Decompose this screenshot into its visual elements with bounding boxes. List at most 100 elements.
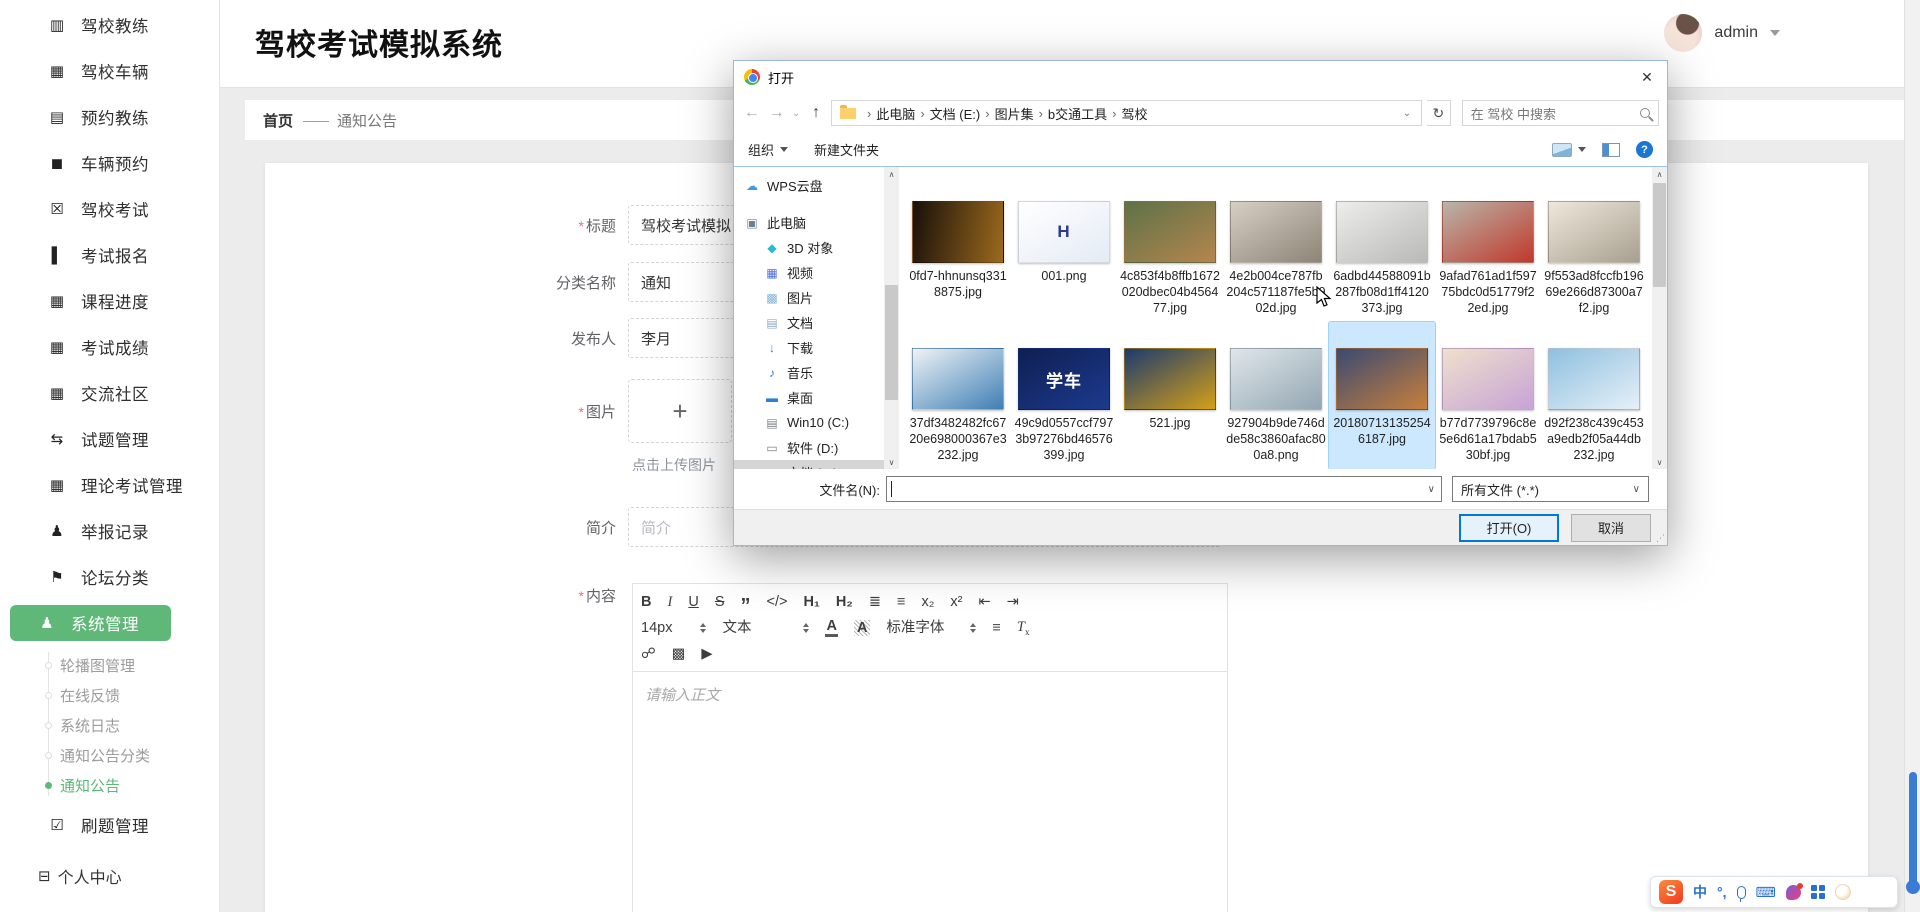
sidebar-item[interactable]: ⇆ 试题管理 <box>0 416 219 462</box>
underline-button[interactable]: U <box>688 595 698 610</box>
file-item[interactable]: 6adbd44588091b287fb08d1ff4120373.jpg <box>1329 175 1435 322</box>
tree-item[interactable]: ◆ 3D 对象 <box>734 235 884 260</box>
tree-item[interactable]: ♪ 音乐 <box>734 360 884 385</box>
sidebar-item[interactable]: ▦ 驾校车辆 <box>0 48 219 94</box>
tree-item[interactable]: ▦ 视频 <box>734 260 884 285</box>
breadcrumb-home[interactable]: 首页 <box>263 110 293 131</box>
refresh-icon[interactable]: ↻ <box>1427 100 1451 126</box>
avatar[interactable] <box>1664 14 1702 52</box>
sidebar-item[interactable]: ▦ 理论考试管理 <box>0 462 219 508</box>
back-icon[interactable]: ← <box>742 104 762 122</box>
file-item[interactable]: 37df3482482fc6720e698000367e3232.jpg <box>905 322 1011 469</box>
open-button[interactable]: 打开(O) <box>1459 514 1559 542</box>
sidebar-subitem[interactable]: 轮播图管理 <box>48 650 219 680</box>
dialog-titlebar[interactable]: 打开 ✕ <box>734 61 1667 93</box>
indent-button[interactable]: ⇥ <box>1007 595 1019 610</box>
link-button[interactable]: ☍ <box>641 647 656 662</box>
sidebar-item[interactable]: ▦ 考试成绩 <box>0 324 219 370</box>
path-segment[interactable]: b交通工具 <box>1048 104 1107 123</box>
bold-button[interactable]: B <box>641 595 651 610</box>
image-upload-button[interactable]: + <box>628 379 732 443</box>
close-icon[interactable]: ✕ <box>1627 61 1667 93</box>
outdent-button[interactable]: ⇤ <box>978 595 990 610</box>
format-select[interactable]: 文本 <box>722 621 809 636</box>
search-input[interactable]: 在 驾校 中搜索 <box>1462 100 1659 126</box>
skin-icon[interactable] <box>1786 885 1801 900</box>
file-item[interactable]: 4c853f4b8ffb1672020dbec04b456477.jpg <box>1117 175 1223 322</box>
sidebar-item[interactable]: ☑ 刷题管理 <box>0 802 219 848</box>
sidebar-item[interactable]: ☒ 驾校考试 <box>0 186 219 232</box>
sidebar-item[interactable]: ▦ 课程进度 <box>0 278 219 324</box>
tree-item[interactable]: ▤ 文档 <box>734 310 884 335</box>
image-button[interactable]: ▩ <box>672 647 686 662</box>
file-item[interactable]: 9f553ad8fccfb19669e266d87300a7f2.jpg <box>1541 175 1647 322</box>
sidebar-subitem[interactable]: 通知公告 <box>48 770 219 800</box>
address-caret-icon[interactable]: ⌄ <box>1397 108 1417 119</box>
scrollbar-thumb[interactable] <box>1909 772 1917 890</box>
filetype-select[interactable]: 所有文件 (*.*)∨ <box>1452 476 1649 502</box>
sidebar-item[interactable]: ♟ 举报记录 <box>0 508 219 554</box>
tree-item[interactable]: ↓ 下载 <box>734 335 884 360</box>
scrollbar-thumb-ball[interactable] <box>1906 880 1920 894</box>
scroll-thumb[interactable] <box>885 285 898 400</box>
file-item[interactable]: 学车 49c9d0557ccf7973b97276bd46576399.jpg <box>1011 322 1117 469</box>
file-item[interactable]: H 001.png <box>1011 175 1117 322</box>
sidebar-subitem[interactable]: 在线反馈 <box>48 680 219 710</box>
scroll-up-icon[interactable]: ∧ <box>1657 167 1663 181</box>
address-bar[interactable]: › 此电脑 › 文档 (E:) › 图片集 › b交通工具 › 驾校 ⌄ <box>831 100 1422 126</box>
up-icon[interactable]: ↑ <box>806 104 826 122</box>
punctuation-toggle[interactable]: °, <box>1717 884 1727 900</box>
file-item[interactable]: 201807131352546187.jpg <box>1329 322 1435 469</box>
sidebar-item[interactable]: ▥ 驾校教练 <box>0 2 219 48</box>
bullet-list-button[interactable]: ≡ <box>897 595 905 610</box>
keyboard-icon[interactable]: ⌨ <box>1756 884 1776 901</box>
file-item[interactable]: 927904b9de746dde58c3860afac800a8.png <box>1223 322 1329 469</box>
tree-item[interactable]: ▭ 软件 (D:) <box>734 435 884 460</box>
tree-item[interactable]: ▤ Win10 (C:) <box>734 410 884 435</box>
path-segment[interactable]: 图片集 <box>995 104 1034 123</box>
sidebar-item[interactable]: ⚑ 论坛分类 <box>0 554 219 600</box>
italic-button[interactable]: I <box>667 595 672 610</box>
font-size-select[interactable]: 14px <box>641 621 706 636</box>
cancel-button[interactable]: 取消 <box>1571 514 1651 542</box>
align-button[interactable]: ≡ <box>992 621 1000 636</box>
font-family-select[interactable]: 标准字体 <box>886 621 976 636</box>
new-folder-button[interactable]: 新建文件夹 <box>814 140 879 159</box>
file-item[interactable]: 0fd7-hhnunsq3318875.jpg <box>905 175 1011 322</box>
strikethrough-button[interactable]: S <box>715 595 725 610</box>
page-scrollbar[interactable] <box>1904 0 1920 912</box>
sidebar-item[interactable]: ◼ 车辆预约 <box>0 140 219 186</box>
path-segment[interactable]: 驾校 <box>1122 104 1148 123</box>
sidebar-subitem[interactable]: 通知公告分类 <box>48 740 219 770</box>
header-1-button[interactable]: H₁ <box>803 595 819 610</box>
preview-pane-icon[interactable] <box>1602 143 1620 157</box>
file-item[interactable]: 9afad761ad1f59775bdc0d51779f22ed.jpg <box>1435 175 1541 322</box>
tree-scrollbar[interactable]: ∧ ∨ <box>884 167 899 469</box>
tree-item[interactable]: ▩ 图片 <box>734 285 884 310</box>
sidebar-subitem[interactable]: 系统日志 <box>48 710 219 740</box>
language-toggle[interactable]: 中 <box>1693 882 1707 902</box>
microphone-icon[interactable] <box>1737 886 1746 899</box>
tree-item[interactable]: ▬ 桌面 <box>734 385 884 410</box>
editor-body[interactable]: 请输入正文 <box>633 672 1227 717</box>
superscript-button[interactable]: x² <box>950 595 962 610</box>
file-item[interactable]: 4e2b004ce787fb204c571187fe5b902d.jpg <box>1223 175 1329 322</box>
header-2-button[interactable]: H₂ <box>836 595 853 610</box>
tree-item[interactable]: ☁ WPS云盘 <box>734 173 884 198</box>
sidebar-item[interactable]: ▌ 考试报名 <box>0 232 219 278</box>
emoji-icon[interactable] <box>1835 884 1851 900</box>
sidebar-item[interactable]: ♟ 系统管理 <box>10 605 171 641</box>
user-menu[interactable]: admin <box>1664 14 1780 52</box>
sidebar-item[interactable]: ▦ 交流社区 <box>0 370 219 416</box>
path-segment[interactable]: 文档 (E:) <box>930 104 981 123</box>
sidebar-item[interactable]: ▤ 预约教练 <box>0 94 219 140</box>
scroll-up-icon[interactable]: ∧ <box>889 167 895 181</box>
file-item[interactable]: b77d7739796c8e5e6d61a17bdab530bf.jpg <box>1435 322 1541 469</box>
text-color-button[interactable]: A <box>825 619 837 637</box>
files-scrollbar[interactable]: ∧ ∨ <box>1652 167 1667 469</box>
help-icon[interactable]: ? <box>1636 141 1653 158</box>
combo-caret-icon[interactable]: ∨ <box>1428 484 1437 495</box>
scroll-down-icon[interactable]: ∨ <box>889 455 895 469</box>
file-item[interactable]: d92f238c439c453a9edb2f05a44db232.jpg <box>1541 322 1647 469</box>
path-segment[interactable]: 此电脑 <box>876 104 915 123</box>
